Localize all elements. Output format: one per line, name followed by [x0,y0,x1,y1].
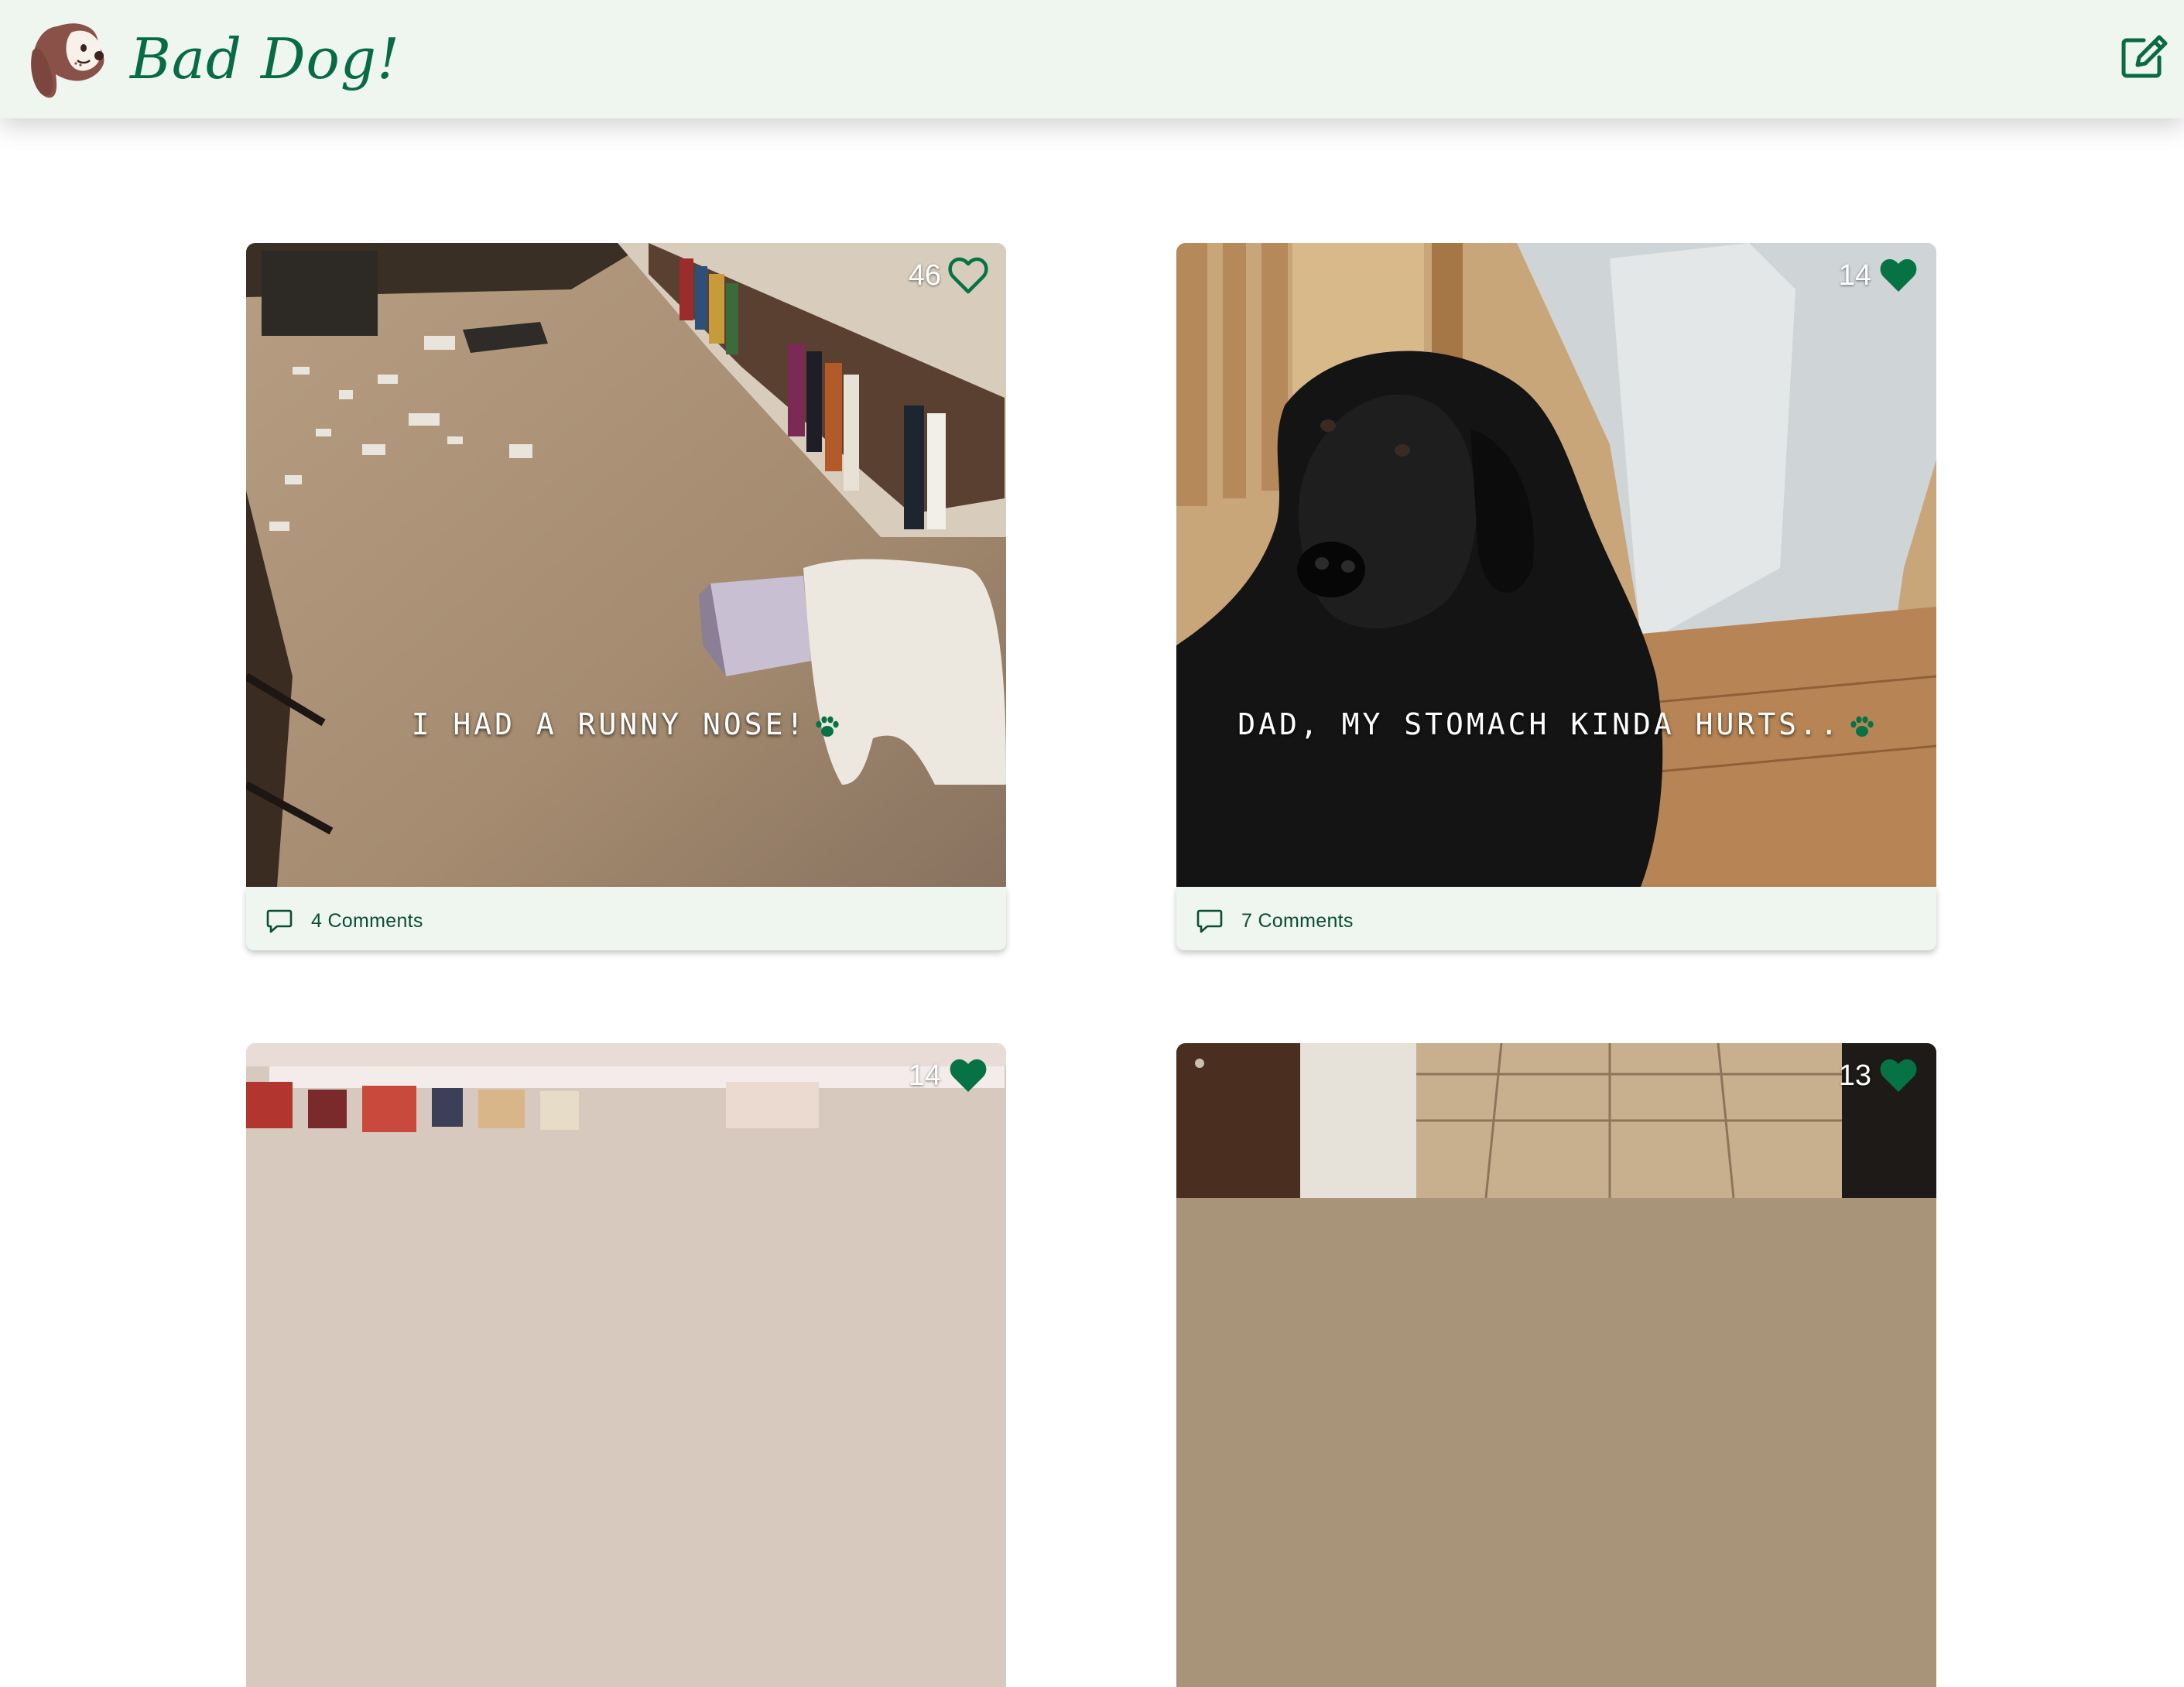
app-title[interactable]: Bad Dog! [130,22,400,96]
post-caption: DAD, MY STOMACH KINDA HURTS.. [1176,707,1936,741]
post-caption-text: I HAD A RUNNY NOSE! [411,707,807,741]
dog-photo-image [246,1043,1006,1687]
post-footer: 4 Comments [246,887,1006,950]
dog-logo-icon[interactable] [26,17,110,101]
edit-icon[interactable] [2121,34,2169,79]
post-photo[interactable]: 13 [1176,1043,1936,1687]
dog-photo-image [1176,243,1936,887]
app-header: Bad Dog! [0,0,2184,118]
dog-photo-image [246,243,1006,887]
post-footer: 7 Comments [1176,887,1936,950]
comments-link[interactable]: 7 Comments [1241,910,1354,932]
paw-icon [1850,716,1874,737]
post-photo[interactable]: 14 [246,1043,1006,1687]
like-control: 13 [1839,1052,1919,1099]
post-photo[interactable]: I HAD A RUNNY NOSE! 46 [246,243,1006,887]
like-control: 14 [909,1052,989,1099]
heart-filled-icon[interactable] [947,1056,989,1095]
like-count: 13 [1838,1059,1871,1092]
heart-filled-icon[interactable] [1878,256,1919,295]
like-control: 46 [909,252,989,299]
post-caption: I HAD A RUNNY NOSE! [246,707,1006,741]
heart-outline-icon[interactable] [947,256,989,295]
like-count: 14 [1838,258,1871,292]
comment-icon[interactable] [1196,909,1223,933]
like-count: 14 [908,1059,941,1092]
comments-link[interactable]: 4 Comments [311,910,423,932]
post-caption-text: DAD, MY STOMACH KINDA HURTS.. [1237,707,1841,741]
comment-icon[interactable] [266,909,293,933]
paw-icon [816,716,839,737]
post-photo[interactable]: DAD, MY STOMACH KINDA HURTS.. 14 [1176,243,1936,887]
like-control: 14 [1839,252,1919,299]
heart-filled-icon[interactable] [1878,1056,1919,1095]
dog-photo-image [1176,1043,1936,1687]
like-count: 46 [908,258,941,292]
